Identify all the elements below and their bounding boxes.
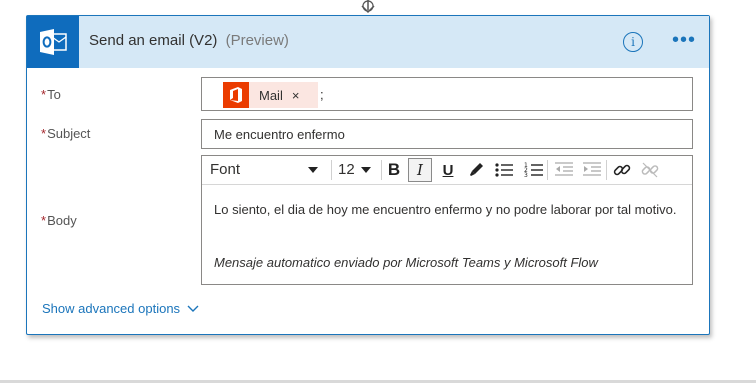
card-title-text: Send an email (V2) (89, 32, 218, 49)
advanced-options-label: Show advanced options (42, 301, 181, 316)
required-mark: * (41, 87, 47, 102)
body-signature: Mensaje automatico enviado por Microsoft… (214, 255, 598, 270)
bullet-list-icon[interactable] (492, 158, 516, 182)
font-size-select[interactable]: 12 (335, 158, 379, 182)
body-editor[interactable]: Font 12 B I U 1 2 3 Lo siento, el dia de… (201, 155, 693, 285)
unlink-icon[interactable] (638, 158, 662, 182)
more-options-button[interactable]: ••• (671, 28, 697, 52)
mail-token[interactable]: Mail × (223, 82, 318, 108)
body-text: Lo siento, el dia de hoy me encuentro en… (214, 202, 677, 217)
preview-label: (Preview) (225, 32, 289, 49)
show-advanced-options-link[interactable]: Show advanced options (42, 301, 199, 316)
required-mark: * (41, 126, 47, 141)
info-icon[interactable]: i (623, 32, 643, 52)
action-card: Send an email (V2) (Preview) i ••• *To M… (26, 15, 710, 335)
chevron-down-icon (361, 167, 371, 173)
font-size-value: 12 (338, 161, 355, 178)
link-icon[interactable] (610, 158, 634, 182)
body-label-text: Body (47, 213, 77, 228)
toolbar-divider (606, 160, 607, 180)
connector-arrow-icon (361, 0, 375, 14)
highlight-icon[interactable] (464, 158, 488, 182)
office-icon (223, 82, 249, 108)
toolbar-divider (547, 160, 548, 180)
subject-label-text: Subject (47, 126, 91, 141)
italic-icon[interactable]: I (408, 158, 432, 182)
underline-icon[interactable]: U (436, 158, 460, 182)
font-family-value: Font (210, 161, 241, 178)
token-remove-icon[interactable]: × (292, 88, 300, 103)
toolbar-divider (331, 160, 332, 180)
to-field[interactable]: Mail × ; (201, 77, 693, 111)
recipient-separator: ; (320, 87, 324, 102)
to-label-text: To (47, 87, 61, 102)
chevron-down-icon (187, 305, 199, 312)
decrease-indent-icon[interactable] (552, 158, 576, 182)
subject-input[interactable]: Me encuentro enfermo (201, 119, 693, 149)
chevron-down-icon (308, 167, 318, 173)
card-header[interactable]: Send an email (V2) (Preview) i ••• (27, 16, 709, 68)
editor-toolbar: Font 12 B I U 1 2 3 (202, 156, 692, 185)
bold-icon[interactable]: B (382, 158, 406, 182)
token-label: Mail (259, 87, 283, 103)
svg-text:3: 3 (524, 172, 528, 179)
to-label: *To (41, 87, 61, 102)
required-mark: * (41, 213, 47, 228)
numbered-list-icon[interactable]: 1 2 3 (522, 158, 546, 182)
increase-indent-icon[interactable] (580, 158, 604, 182)
font-family-select[interactable]: Font (205, 158, 328, 182)
outlook-icon (27, 16, 79, 68)
body-label: *Body (41, 213, 77, 228)
subject-value: Me encuentro enfermo (214, 127, 345, 142)
card-title[interactable]: Send an email (V2) (Preview) (89, 32, 289, 49)
subject-label: *Subject (41, 126, 90, 141)
